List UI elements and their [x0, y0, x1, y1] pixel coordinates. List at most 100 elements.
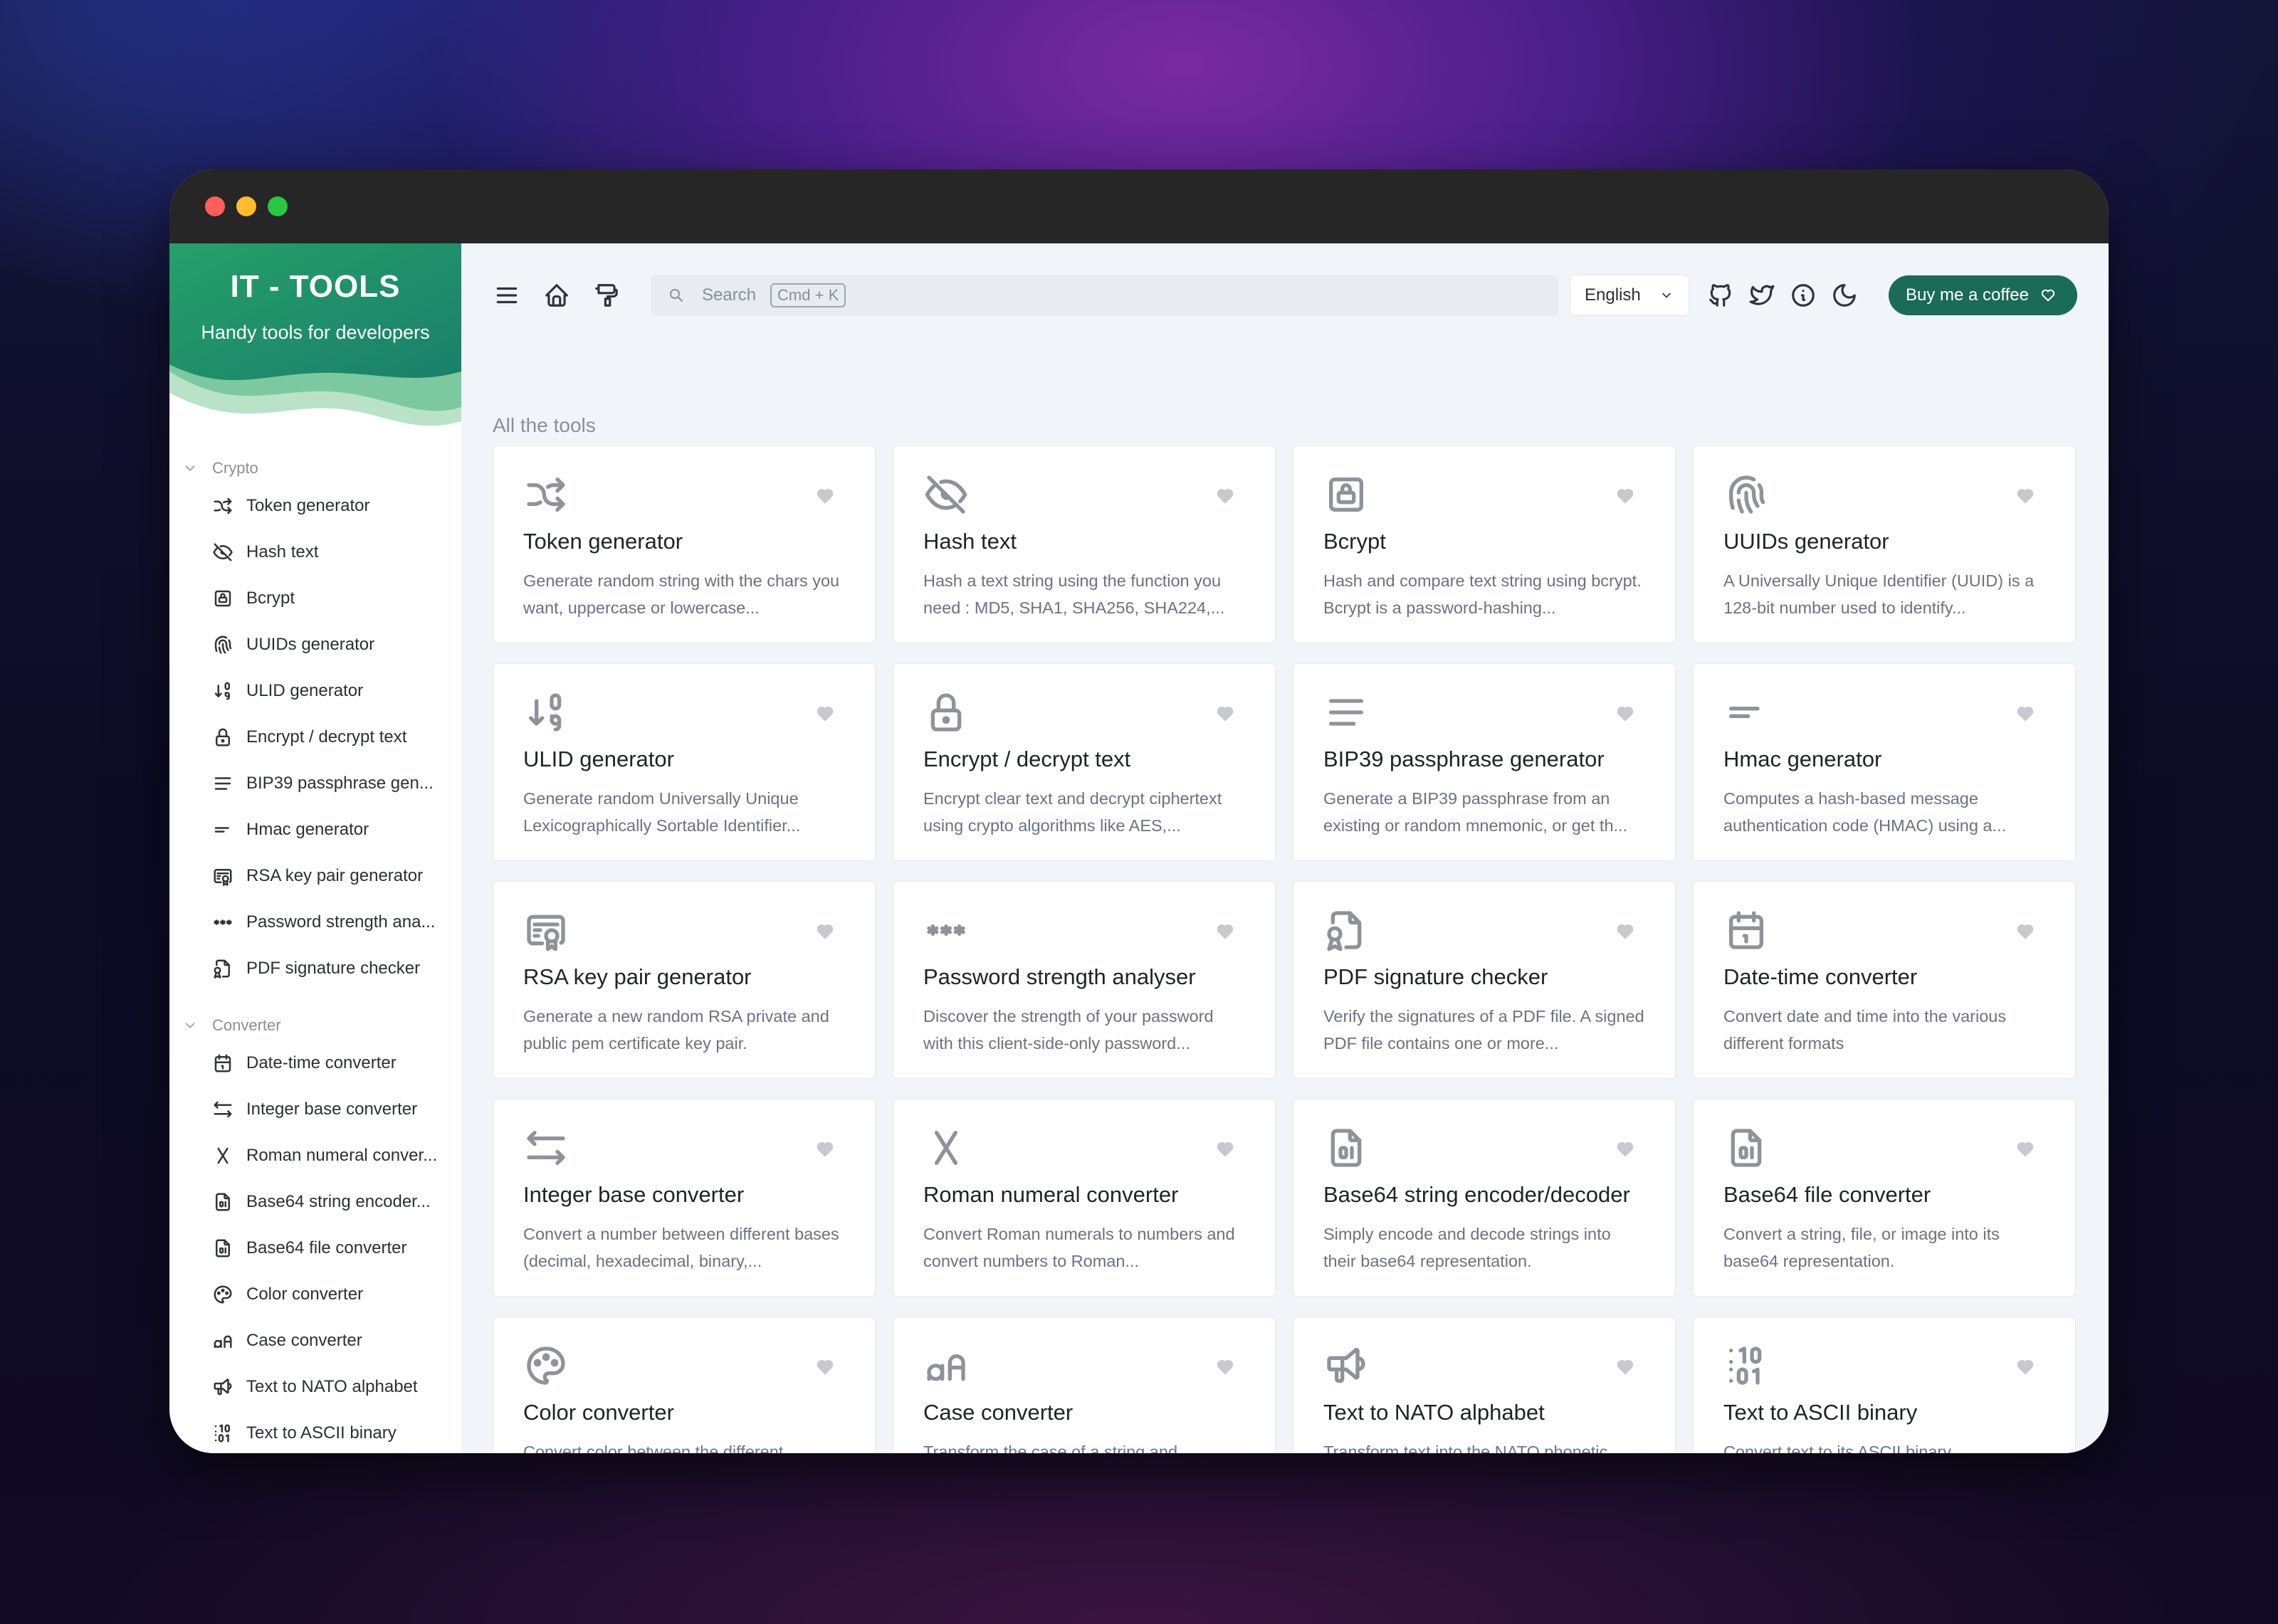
sidebar-group-toggle[interactable]: Converter [169, 1011, 461, 1040]
minimize-window-button[interactable] [236, 196, 256, 216]
tool-card[interactable]: Hmac generator Computes a hash-based mess… [1693, 663, 2076, 861]
tool-card[interactable]: BIP39 passphrase generator Generate a BIP… [1293, 663, 1676, 861]
favorite-button[interactable] [1615, 1357, 1635, 1377]
github-link[interactable] [1706, 281, 1735, 310]
info-circle-icon [1792, 284, 1815, 307]
tool-card[interactable]: ULID generator Generate random Universall… [493, 663, 876, 861]
favorite-button[interactable] [2015, 922, 2035, 942]
heart-icon [2017, 1141, 2034, 1157]
tool-card[interactable]: PDF signature checker Verify the signatur… [1293, 881, 1676, 1079]
tool-card-title: RSA key pair generator [523, 964, 752, 989]
favorite-button[interactable] [2015, 1357, 2035, 1377]
calendar-icon [1729, 911, 1763, 949]
favorite-button[interactable] [1215, 704, 1235, 724]
tool-card[interactable]: Case converter Transform the case of a st… [893, 1317, 1276, 1453]
sidebar: IT - TOOLS Handy tools for developers Cr… [169, 243, 461, 1453]
tool-card[interactable]: Base64 string encoder/decoder Simply enco… [1293, 1099, 1676, 1297]
tool-card[interactable]: Encrypt / decrypt text Encrypt clear text… [893, 663, 1276, 861]
heart-icon [1217, 1359, 1234, 1375]
tool-card-icon [923, 1343, 969, 1388]
about-button[interactable] [1789, 281, 1817, 310]
sidebar-item[interactable]: Base64 string encoder... [169, 1179, 461, 1225]
tool-card[interactable]: Text to NATO alphabet Transform text into… [1293, 1317, 1676, 1453]
favorite-button[interactable] [1215, 486, 1235, 506]
favorite-button[interactable] [2015, 1139, 2035, 1159]
favorite-button[interactable] [1215, 922, 1235, 942]
buy-me-a-coffee-button[interactable]: Buy me a coffee [1889, 275, 2077, 315]
sidebar-group-toggle[interactable]: Crypto [169, 454, 461, 483]
sidebar-item-label: Date-time converter [246, 1053, 397, 1072]
tool-card[interactable]: Token generator Generate random string wi… [493, 445, 876, 643]
sidebar-item-label: Text to NATO alphabet [246, 1376, 418, 1396]
favorite-button[interactable] [1215, 1357, 1235, 1377]
tool-card-description: Generate a new random RSA private and pu… [523, 1007, 829, 1053]
file-certificate-icon [1327, 911, 1362, 951]
language-select[interactable]: English [1570, 275, 1689, 316]
fingerprint-icon [214, 636, 232, 653]
letter-case-icon [927, 1354, 965, 1381]
tool-card[interactable]: Text to ASCII binary Convert text to its … [1693, 1317, 2076, 1453]
sidebar-item[interactable]: Integer base converter [169, 1086, 461, 1132]
tool-card[interactable]: Color converter Convert color between the… [493, 1317, 876, 1453]
sidebar-item[interactable]: Bcrypt [169, 575, 461, 621]
sidebar-item[interactable]: ULID generator [169, 668, 461, 714]
favorite-button[interactable] [1615, 704, 1635, 724]
sidebar-item[interactable]: PDF signature checker [169, 945, 461, 991]
maximize-window-button[interactable] [268, 196, 288, 216]
theme-toggle-button[interactable] [1830, 281, 1859, 310]
tool-card[interactable]: Password strength analyser Discover the s… [893, 881, 1276, 1079]
tool-card[interactable]: Integer base converter Convert a number b… [493, 1099, 876, 1297]
favorite-button[interactable] [1215, 1139, 1235, 1159]
favorite-button[interactable] [1615, 922, 1635, 942]
sidebar-item[interactable]: Text to NATO alphabet [169, 1364, 461, 1410]
home-button[interactable] [542, 281, 571, 310]
sidebar-item[interactable]: Case converter [169, 1317, 461, 1364]
sidebar-item-label: UUIDs generator [246, 634, 375, 654]
calendar-icon [214, 1054, 231, 1072]
sidebar-item[interactable]: Token generator [169, 483, 461, 529]
sidebar-item[interactable]: Hmac generator [169, 806, 461, 853]
sidebar-item[interactable]: RSA key pair generator [169, 853, 461, 899]
sidebar-item[interactable]: Encrypt / decrypt text [169, 714, 461, 760]
brand-header[interactable]: IT - TOOLS Handy tools for developers [169, 243, 461, 431]
sort-numeric-icon [529, 693, 562, 732]
tool-card-icon [1323, 472, 1369, 517]
search-input[interactable]: Search Cmd + K [651, 275, 1558, 316]
tool-card[interactable]: Bcrypt Hash and compare text string using… [1293, 445, 1676, 643]
favorite-button[interactable] [815, 704, 835, 724]
lock-icon [216, 728, 230, 746]
sidebar-item[interactable]: Color converter [169, 1271, 461, 1317]
sidebar-item[interactable]: BIP39 passphrase gen... [169, 760, 461, 806]
sidebar-item[interactable]: Base64 file converter [169, 1225, 461, 1271]
sidebar-item[interactable]: Date-time converter [169, 1040, 461, 1086]
favorite-button[interactable] [815, 1139, 835, 1159]
sidebar-item[interactable]: Password strength ana... [169, 899, 461, 945]
tool-card[interactable]: UUIDs generator A Universally Unique Iden… [1693, 445, 2076, 643]
heart-icon [1617, 1141, 1634, 1157]
tool-card[interactable]: Base64 file converter Convert a string, f… [1693, 1099, 2076, 1297]
favorite-button[interactable] [1615, 486, 1635, 506]
tool-card[interactable]: Roman numeral converter Convert Roman num… [893, 1099, 1276, 1297]
short-text-icon [214, 826, 229, 833]
sidebar-item[interactable]: UUIDs generator [169, 621, 461, 668]
ui-lib-button[interactable] [592, 281, 621, 310]
file-digit-icon [216, 1193, 230, 1211]
tool-card[interactable]: Date-time converter Convert date and time… [1693, 881, 2076, 1079]
favorite-button[interactable] [2015, 486, 2035, 506]
sidebar-item[interactable]: Hash text [169, 529, 461, 575]
twitter-link[interactable] [1748, 281, 1776, 310]
favorite-button[interactable] [815, 922, 835, 942]
sidebar-item[interactable]: Text to ASCII binary [169, 1410, 461, 1453]
tool-card-icon [923, 690, 969, 735]
favorite-button[interactable] [1615, 1139, 1635, 1159]
tool-card[interactable]: Hash text Hash a text string using the fu… [893, 445, 1276, 643]
favorite-button[interactable] [2015, 704, 2035, 724]
favorite-button[interactable] [815, 486, 835, 506]
close-window-button[interactable] [205, 196, 225, 216]
tool-card[interactable]: RSA key pair generator Generate a new ran… [493, 881, 876, 1079]
menu-toggle-button[interactable] [493, 281, 521, 310]
heart-icon [1617, 1359, 1634, 1375]
fingerprint-icon [1728, 475, 1765, 514]
favorite-button[interactable] [815, 1357, 835, 1377]
sidebar-item[interactable]: Roman numeral conver... [169, 1132, 461, 1179]
